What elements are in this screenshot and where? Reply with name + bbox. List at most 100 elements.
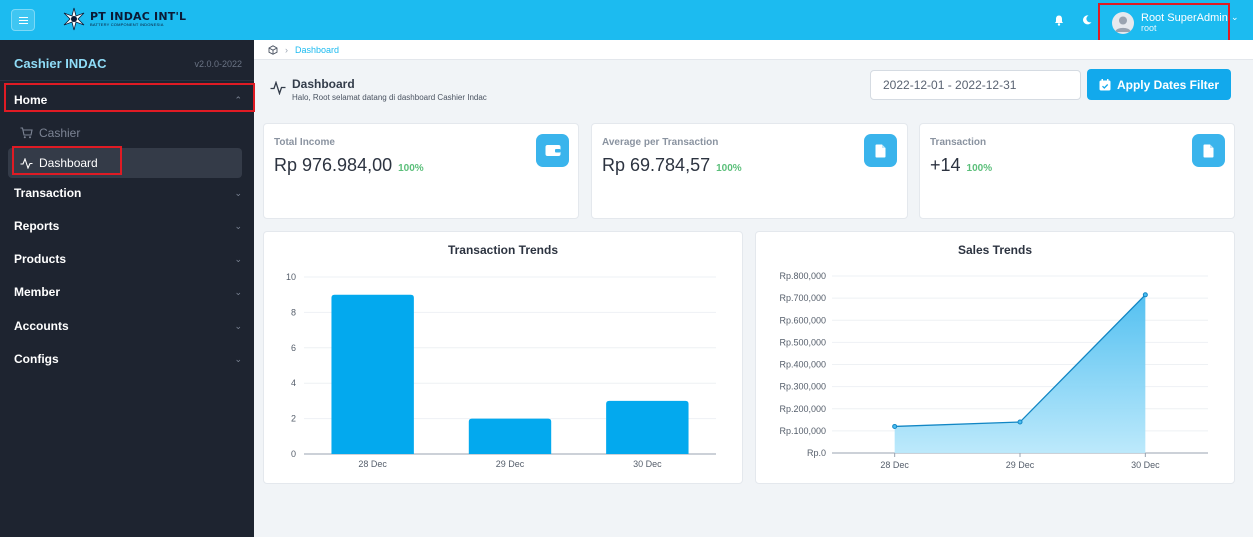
chevron-down-icon: ⌄: [234, 286, 242, 297]
sidebar-item-label: Member: [14, 285, 61, 299]
moon-icon[interactable]: [1080, 13, 1094, 27]
sidebar-item-accounts[interactable]: Accounts ⌄: [14, 316, 242, 336]
y-tick-label: Rp.300,000: [779, 382, 826, 392]
y-tick-label: 10: [286, 272, 296, 282]
y-tick-label: Rp.500,000: [779, 337, 826, 347]
bar: [606, 400, 689, 454]
sidebar-item-label: Cashier: [39, 126, 81, 140]
sales-trends-card: Sales Trends Rp.0 Rp.100,000 Rp.200,000 Rp.…: [755, 231, 1235, 484]
stat-value: Rp 976.984,00: [274, 155, 393, 175]
sidebar-item-label: Transaction: [14, 186, 82, 200]
calendar-check-icon: [1099, 78, 1111, 90]
chevron-down-icon: ⌄: [234, 187, 242, 198]
app-brand: Cashier INDAC: [14, 56, 107, 71]
area-fill: [894, 294, 1146, 453]
stat-label: Average per Transaction: [602, 137, 719, 148]
page-title: Dashboard: [292, 77, 355, 91]
y-tick-label: Rp.600,000: [779, 315, 826, 325]
data-point: [1017, 419, 1023, 425]
stat-label: Transaction: [930, 137, 987, 148]
bar: [331, 294, 414, 454]
user-icon: [1112, 12, 1134, 34]
sales-trends-chart: Rp.0 Rp.100,000 Rp.200,000 Rp.300,000 Rp.400…: [779, 271, 1208, 470]
sidebar-item-label: Configs: [14, 352, 59, 366]
transaction-trends-card: Transaction Trends 0 2 4 6 8 10 28 Dec 29 Dec 30…: [263, 231, 743, 484]
sidebar-item-transaction[interactable]: Transaction ⌄: [14, 183, 242, 203]
breadcrumb-current[interactable]: Dashboard: [295, 45, 339, 55]
x-tick-label: 29 Dec: [1006, 460, 1035, 470]
stat-value: +14: [930, 155, 961, 175]
chevron-down-icon[interactable]: ⌄: [1231, 12, 1239, 23]
wallet-icon: [536, 134, 569, 167]
logo-subtitle: BATTERY COMPONENT INDONESIA: [90, 22, 164, 27]
y-tick-label: 0: [291, 449, 296, 459]
date-range-input[interactable]: 2022-12-01 - 2022-12-31: [870, 70, 1081, 100]
sidebar-divider: [0, 80, 254, 81]
menu-icon: [18, 19, 28, 21]
sidebar-item-label: Reports: [14, 219, 60, 233]
x-tick-label: 29 Dec: [496, 459, 525, 469]
bell-icon[interactable]: [1052, 13, 1066, 27]
y-tick-label: 8: [291, 307, 296, 317]
y-tick-label: Rp.0: [807, 448, 826, 458]
y-tick-label: Rp.800,000: [779, 271, 826, 281]
cube-icon[interactable]: [268, 44, 278, 55]
y-tick-label: 2: [291, 414, 296, 424]
app-version: v2.0.0-2022: [194, 59, 242, 69]
y-tick-label: Rp.700,000: [779, 293, 826, 303]
apply-button-label: Apply Dates Filter: [1116, 77, 1220, 92]
stat-card-average: Average per Transaction Rp 69.784,57 100%: [591, 123, 908, 219]
bar: [468, 418, 552, 454]
chevron-down-icon: ⌄: [234, 353, 242, 364]
stat-label: Total Income: [274, 137, 335, 148]
page-header: Dashboard Halo, Root selamat datang di d…: [270, 77, 487, 102]
transaction-trends-chart: 0 2 4 6 8 10 28 Dec 29 Dec 30 Dec: [286, 272, 716, 469]
stat-card-total-income: Total Income Rp 976.984,00 100%: [263, 123, 579, 219]
chevron-down-icon: ⌄: [234, 253, 242, 264]
y-tick-label: 4: [291, 378, 296, 388]
chevron-down-icon: ⌄: [234, 220, 242, 231]
data-point: [1142, 292, 1148, 298]
sidebar-item-configs[interactable]: Configs ⌄: [14, 349, 242, 369]
y-tick-label: Rp.400,000: [779, 360, 826, 370]
file-icon: [864, 134, 897, 167]
sidebar-item-label: Home: [14, 93, 48, 107]
topbar: PT INDAC INT'L BATTERY COMPONENT INDONES…: [0, 0, 1253, 43]
menu-toggle-button[interactable]: [11, 9, 35, 31]
stat-card-transaction: Transaction +14 100%: [919, 123, 1235, 219]
y-tick-label: Rp.100,000: [779, 426, 826, 436]
sidebar-item-label: Accounts: [14, 319, 69, 333]
stat-value: Rp 69.784,57: [602, 155, 711, 175]
sidebar-item-cashier[interactable]: Cashier: [20, 126, 80, 140]
chevron-up-icon: ⌃: [234, 94, 242, 105]
activity-icon: [270, 81, 286, 95]
highlight-box: [12, 146, 122, 175]
stat-percent: 100%: [398, 163, 424, 174]
y-tick-label: Rp.200,000: [779, 404, 826, 414]
y-tick-label: 6: [291, 343, 296, 353]
stat-percent: 100%: [716, 163, 742, 174]
data-point: [892, 423, 898, 429]
logo[interactable]: PT INDAC INT'L BATTERY COMPONENT INDONES…: [62, 7, 186, 31]
chevron-down-icon: ⌄: [234, 320, 242, 331]
file-icon: [1192, 134, 1225, 167]
stat-percent: 100%: [966, 163, 993, 174]
sidebar-item-home[interactable]: Home ⌃: [14, 90, 242, 110]
x-tick-label: 28 Dec: [358, 459, 387, 469]
breadcrumb-separator: ›: [285, 44, 288, 55]
sidebar-item-reports[interactable]: Reports ⌄: [14, 216, 242, 236]
x-tick-label: 30 Dec: [633, 459, 662, 469]
logo-title: PT INDAC INT'L: [90, 10, 187, 23]
sidebar-item-products[interactable]: Products ⌄: [14, 249, 242, 269]
user-menu[interactable]: Root SuperAdmin root: [1098, 3, 1230, 43]
user-role: root: [1141, 23, 1157, 34]
breadcrumb: › Dashboard: [254, 40, 1253, 60]
sidebar-item-label: Products: [14, 252, 67, 266]
x-tick-label: 28 Dec: [880, 460, 909, 470]
sidebar-item-member[interactable]: Member ⌄: [14, 282, 242, 302]
apply-dates-filter-button[interactable]: Apply Dates Filter: [1087, 69, 1231, 100]
sidebar: Cashier INDAC v2.0.0-2022 Home ⌃ Cashier…: [0, 40, 255, 537]
cart-icon: [20, 127, 33, 139]
logo-icon: [63, 7, 85, 31]
page-subtitle: Halo, Root selamat datang di dashboard C…: [292, 93, 487, 102]
